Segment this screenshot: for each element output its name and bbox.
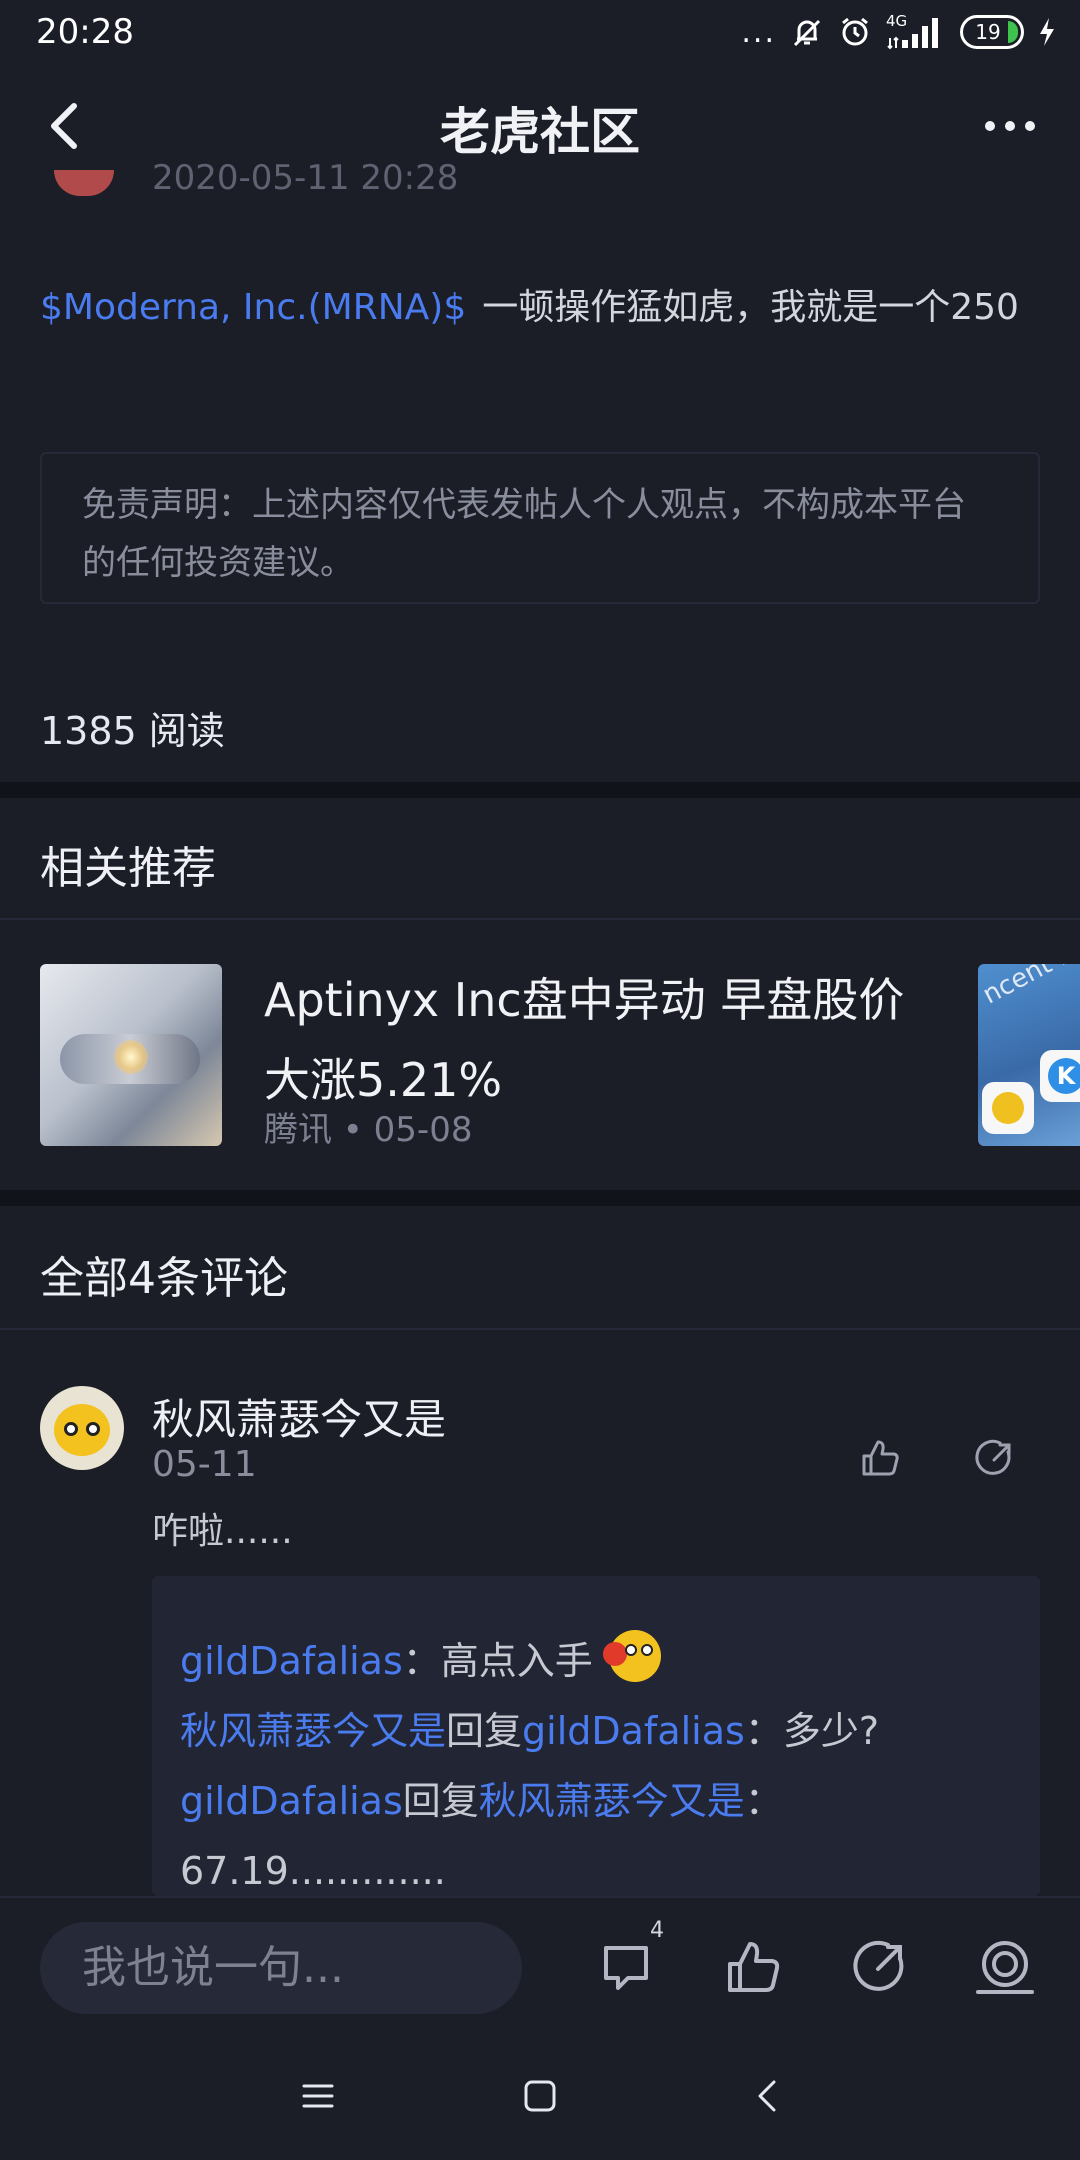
reply-item[interactable]: 秋风萧瑟今又是回复gildDafalias：多少? [180, 1696, 1012, 1766]
post-date: 2020-05-11 20:28 [152, 158, 459, 194]
recommend-title[interactable]: Aptinyx Inc盘中异动 早盘股价大涨5.21% [264, 960, 924, 1120]
comment-share-button[interactable] [972, 1436, 1016, 1480]
comment-date: 05-11 [152, 1444, 257, 1485]
charging-icon [1038, 17, 1056, 47]
section-divider [0, 1190, 1080, 1206]
more-horizontal-icon [985, 121, 1035, 131]
comments-button[interactable] [598, 1936, 660, 1998]
more-button[interactable] [980, 106, 1040, 146]
author-avatar[interactable] [54, 170, 114, 196]
comment-input[interactable]: 我也说一句... [40, 1922, 522, 2014]
alarm-icon [838, 15, 872, 49]
page-title: 老虎社区 [440, 103, 640, 161]
reply-text-continued: 67.19............. [180, 1849, 446, 1893]
recommend-section-title: 相关推荐 [40, 843, 216, 894]
battery-level: 19 [975, 20, 1001, 44]
reply-target[interactable]: gildDafalias [522, 1709, 745, 1753]
comment-like-button[interactable] [858, 1436, 902, 1480]
tiger-emoji-icon [602, 1626, 665, 1688]
menu-button[interactable] [298, 2076, 338, 2116]
signal-icon: 4G [886, 12, 946, 52]
status-time: 20:28 [36, 12, 134, 52]
reply-target[interactable]: 秋风萧瑟今又是 [479, 1779, 745, 1823]
system-back-button[interactable] [748, 2076, 788, 2116]
status-icons: ... 4G 19 [741, 12, 1056, 52]
reply-item[interactable]: gildDafalias：高点入手 [180, 1626, 1012, 1696]
thumbs-up-icon [862, 1440, 899, 1476]
recommend-thumbnail[interactable] [40, 964, 222, 1146]
thumbnail-text: ncent Mu [978, 964, 1080, 1011]
tiger-face [54, 1404, 110, 1456]
read-count: 1385 阅读 [40, 709, 225, 753]
light-glow [114, 1040, 148, 1074]
divider [0, 1328, 1080, 1330]
reward-button[interactable] [974, 1936, 1036, 1998]
home-square-icon [524, 2080, 556, 2112]
coin-icon [976, 1941, 1034, 1994]
avatar[interactable] [40, 1386, 124, 1470]
divider [0, 918, 1080, 920]
disclaimer-box: 免责声明：上述内容仅代表发帖人个人观点，不构成本平台的任何投资建议。 [40, 452, 1040, 604]
share-icon [853, 1940, 904, 1991]
chevron-left-icon [758, 2080, 776, 2112]
battery-fill [1008, 21, 1018, 43]
comment-author[interactable]: 秋风萧瑟今又是 [152, 1386, 446, 1447]
thumbs-up-icon [728, 1942, 780, 1992]
menu-icon [302, 2084, 334, 2108]
notification-dots: ... [741, 14, 776, 50]
reply-text: 多少? [782, 1709, 879, 1753]
network-type: 4G [886, 12, 908, 30]
section-divider [0, 782, 1080, 798]
recommend-meta: 腾讯 • 05-08 [264, 1110, 473, 1150]
reply-text: 高点入手 [440, 1639, 593, 1683]
post-content: $Moderna, Inc.(MRNA)$ 一顿操作猛如虎，我就是一个250 [40, 278, 1019, 330]
system-nav-bar [0, 2036, 1080, 2160]
status-bar: 20:28 ... 4G 19 [0, 0, 1080, 66]
app-icon: K [1040, 1050, 1080, 1102]
reply-user[interactable]: gildDafalias [180, 1639, 403, 1683]
reply-thread: gildDafalias：高点入手 秋风萧瑟今又是回复gildDafalias：… [152, 1576, 1040, 1896]
mute-bell-icon [790, 15, 824, 49]
page: 20:28 ... 4G 19 老虎社区 2020-05-11 20:28 $M… [0, 0, 1080, 2160]
comments-section-title: 全部4条评论 [40, 1253, 288, 1304]
bottom-action-bar: 我也说一句... 4 [0, 1896, 1080, 2036]
reply-user[interactable]: 秋风萧瑟今又是 [180, 1709, 446, 1753]
like-button[interactable] [722, 1936, 784, 1998]
reply-user[interactable]: gildDafalias [180, 1779, 403, 1823]
app-icon [982, 1082, 1034, 1134]
share-icon [975, 1439, 1011, 1475]
comment-count-badge: 4 [650, 1918, 664, 1943]
comment-icon [604, 1946, 648, 1990]
reply-item[interactable]: gildDafalias回复秋风萧瑟今又是： [180, 1766, 1012, 1836]
battery-icon: 19 [960, 15, 1024, 49]
post-text: 一顿操作猛如虎，我就是一个250 [482, 287, 1019, 328]
recommend-next-thumbnail[interactable]: ncent Mu K [978, 964, 1080, 1146]
comment-text: 咋啦...... [152, 1511, 293, 1552]
home-button[interactable] [520, 2076, 560, 2116]
share-button[interactable] [848, 1936, 910, 1998]
stock-ticker-link[interactable]: $Moderna, Inc.(MRNA)$ [40, 287, 466, 328]
